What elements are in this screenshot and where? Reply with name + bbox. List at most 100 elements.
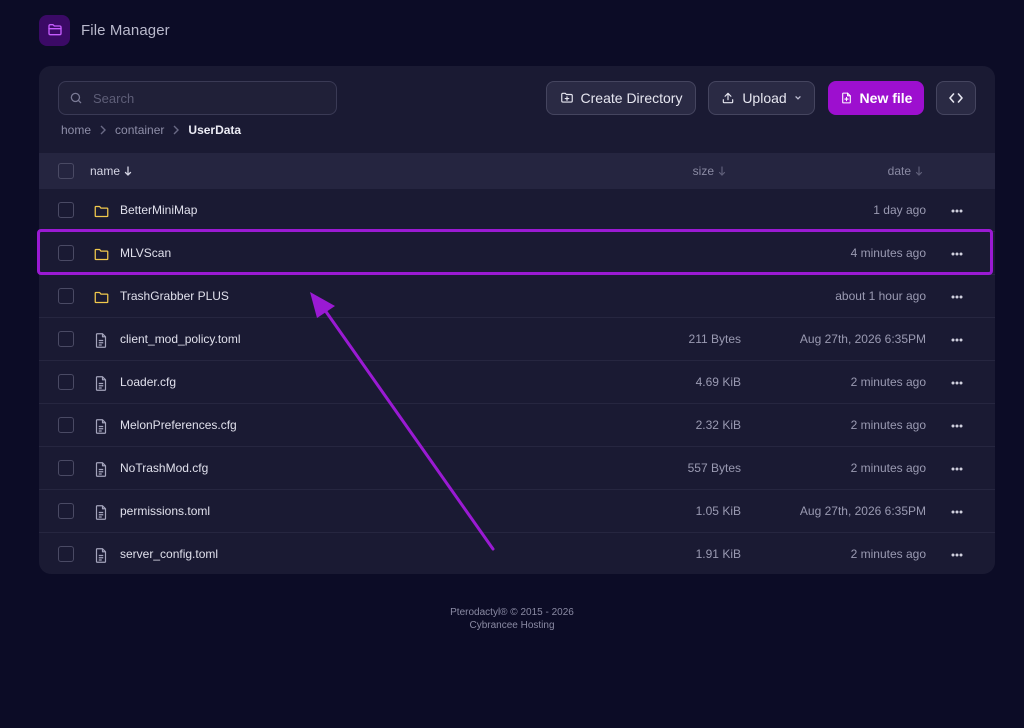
- app-logo: [39, 14, 70, 46]
- file-name[interactable]: NoTrashMod.cfg: [120, 447, 208, 490]
- more-options-icon[interactable]: [949, 547, 965, 563]
- folder-plus-icon: [560, 92, 573, 103]
- row-checkbox[interactable]: [58, 546, 74, 562]
- row-checkbox[interactable]: [58, 202, 74, 218]
- file-date: 2 minutes ago: [850, 461, 926, 475]
- page-title: File Manager: [81, 21, 170, 39]
- file-icon: [93, 504, 109, 520]
- upload-button[interactable]: Upload: [708, 81, 815, 115]
- folder-icon: [93, 246, 109, 262]
- sort-down-icon: [124, 166, 132, 176]
- upload-label: Upload: [742, 90, 787, 106]
- search-icon: [70, 92, 82, 104]
- row-checkbox[interactable]: [58, 245, 74, 261]
- chevron-down-icon: [794, 95, 801, 100]
- page-header: File Manager: [39, 14, 170, 46]
- file-size: 2.32 KiB: [695, 418, 741, 432]
- breadcrumb-current: UserData: [188, 123, 242, 137]
- table-row[interactable]: BetterMiniMap 1 day ago: [39, 189, 995, 232]
- file-name[interactable]: BetterMiniMap: [120, 189, 197, 232]
- file-icon: [93, 418, 109, 434]
- sort-icon: [915, 166, 923, 176]
- new-file-label: New file: [859, 90, 913, 106]
- file-size: 211 Bytes: [688, 332, 741, 346]
- file-icon: [93, 375, 109, 391]
- table-header: name size date: [39, 153, 995, 189]
- more-options-icon[interactable]: [949, 461, 965, 477]
- more-options-icon[interactable]: [949, 418, 965, 434]
- file-list: BetterMiniMap 1 day ago MLVScan 4 minute…: [39, 189, 995, 574]
- footer-copyright: Pterodactyl® © 2015 - 2026: [450, 607, 574, 618]
- more-options-icon[interactable]: [949, 289, 965, 305]
- file-date: 2 minutes ago: [850, 375, 926, 389]
- table-row[interactable]: permissions.toml 1.05 KiB Aug 27th, 2026…: [39, 490, 995, 533]
- file-date: Aug 27th, 2026 6:35PM: [799, 332, 926, 346]
- row-checkbox[interactable]: [58, 374, 74, 390]
- breadcrumb-container[interactable]: container: [115, 123, 164, 137]
- footer: Pterodactyl® © 2015 - 2026 Cybrancee Hos…: [0, 606, 1024, 632]
- file-date: 2 minutes ago: [850, 547, 926, 561]
- table-row[interactable]: NoTrashMod.cfg 557 Bytes 2 minutes ago: [39, 447, 995, 490]
- table-row[interactable]: Loader.cfg 4.69 KiB 2 minutes ago: [39, 361, 995, 404]
- more-options-icon[interactable]: [949, 246, 965, 262]
- file-name[interactable]: permissions.toml: [120, 490, 210, 533]
- file-icon: [93, 461, 109, 477]
- breadcrumb-home[interactable]: home: [61, 123, 91, 137]
- file-size: 1.05 KiB: [695, 504, 741, 518]
- table-row[interactable]: MelonPreferences.cfg 2.32 KiB 2 minutes …: [39, 404, 995, 447]
- file-date: 2 minutes ago: [850, 418, 926, 432]
- file-date: about 1 hour ago: [835, 289, 926, 303]
- folder-icon: [93, 289, 109, 305]
- folder-icon: [47, 24, 62, 36]
- upload-icon: [723, 92, 734, 104]
- search-box[interactable]: [58, 81, 337, 115]
- file-name[interactable]: client_mod_policy.toml: [120, 318, 241, 361]
- file-plus-icon: [841, 92, 851, 104]
- file-name[interactable]: server_config.toml: [120, 533, 218, 574]
- column-name-label: name: [90, 164, 121, 178]
- code-icon: [949, 93, 963, 103]
- row-checkbox[interactable]: [58, 417, 74, 433]
- file-name[interactable]: MLVScan: [120, 232, 171, 275]
- table-row[interactable]: client_mod_policy.toml 211 Bytes Aug 27t…: [39, 318, 995, 361]
- file-size: 557 Bytes: [687, 461, 741, 475]
- create-directory-label: Create Directory: [580, 90, 683, 106]
- column-size-label: size: [692, 164, 714, 178]
- file-date: Aug 27th, 2026 6:35PM: [799, 504, 926, 518]
- select-all-checkbox[interactable]: [58, 163, 74, 179]
- table-row[interactable]: server_config.toml 1.91 KiB 2 minutes ag…: [39, 533, 995, 574]
- file-size: 1.91 KiB: [695, 547, 741, 561]
- column-date-label: date: [887, 164, 911, 178]
- file-date: 1 day ago: [873, 203, 926, 217]
- footer-host[interactable]: Cybrancee Hosting: [0, 619, 1024, 632]
- column-date[interactable]: date: [888, 153, 923, 189]
- more-options-icon[interactable]: [949, 504, 965, 520]
- chevron-right-icon: [99, 125, 107, 135]
- table-row[interactable]: MLVScan 4 minutes ago: [39, 232, 995, 275]
- new-file-button[interactable]: New file: [828, 81, 924, 115]
- row-checkbox[interactable]: [58, 503, 74, 519]
- chevron-right-icon: [172, 125, 180, 135]
- code-view-button[interactable]: [936, 81, 976, 115]
- column-size[interactable]: size: [693, 153, 726, 189]
- file-name[interactable]: MelonPreferences.cfg: [120, 404, 237, 447]
- create-directory-button[interactable]: Create Directory: [546, 81, 696, 115]
- file-date: 4 minutes ago: [850, 246, 926, 260]
- table-row[interactable]: TrashGrabber PLUS about 1 hour ago: [39, 275, 995, 318]
- breadcrumb: home container UserData: [61, 123, 241, 137]
- sort-icon: [718, 166, 726, 176]
- file-icon: [93, 547, 109, 563]
- search-input[interactable]: [91, 89, 321, 107]
- file-name[interactable]: Loader.cfg: [120, 361, 176, 404]
- more-options-icon[interactable]: [949, 375, 965, 391]
- row-checkbox[interactable]: [58, 288, 74, 304]
- row-checkbox[interactable]: [58, 331, 74, 347]
- file-size: 4.69 KiB: [695, 375, 741, 389]
- more-options-icon[interactable]: [949, 332, 965, 348]
- more-options-icon[interactable]: [949, 203, 965, 219]
- row-checkbox[interactable]: [58, 460, 74, 476]
- file-icon: [93, 332, 109, 348]
- folder-icon: [93, 203, 109, 219]
- file-name[interactable]: TrashGrabber PLUS: [120, 275, 229, 318]
- column-name[interactable]: name: [90, 153, 132, 189]
